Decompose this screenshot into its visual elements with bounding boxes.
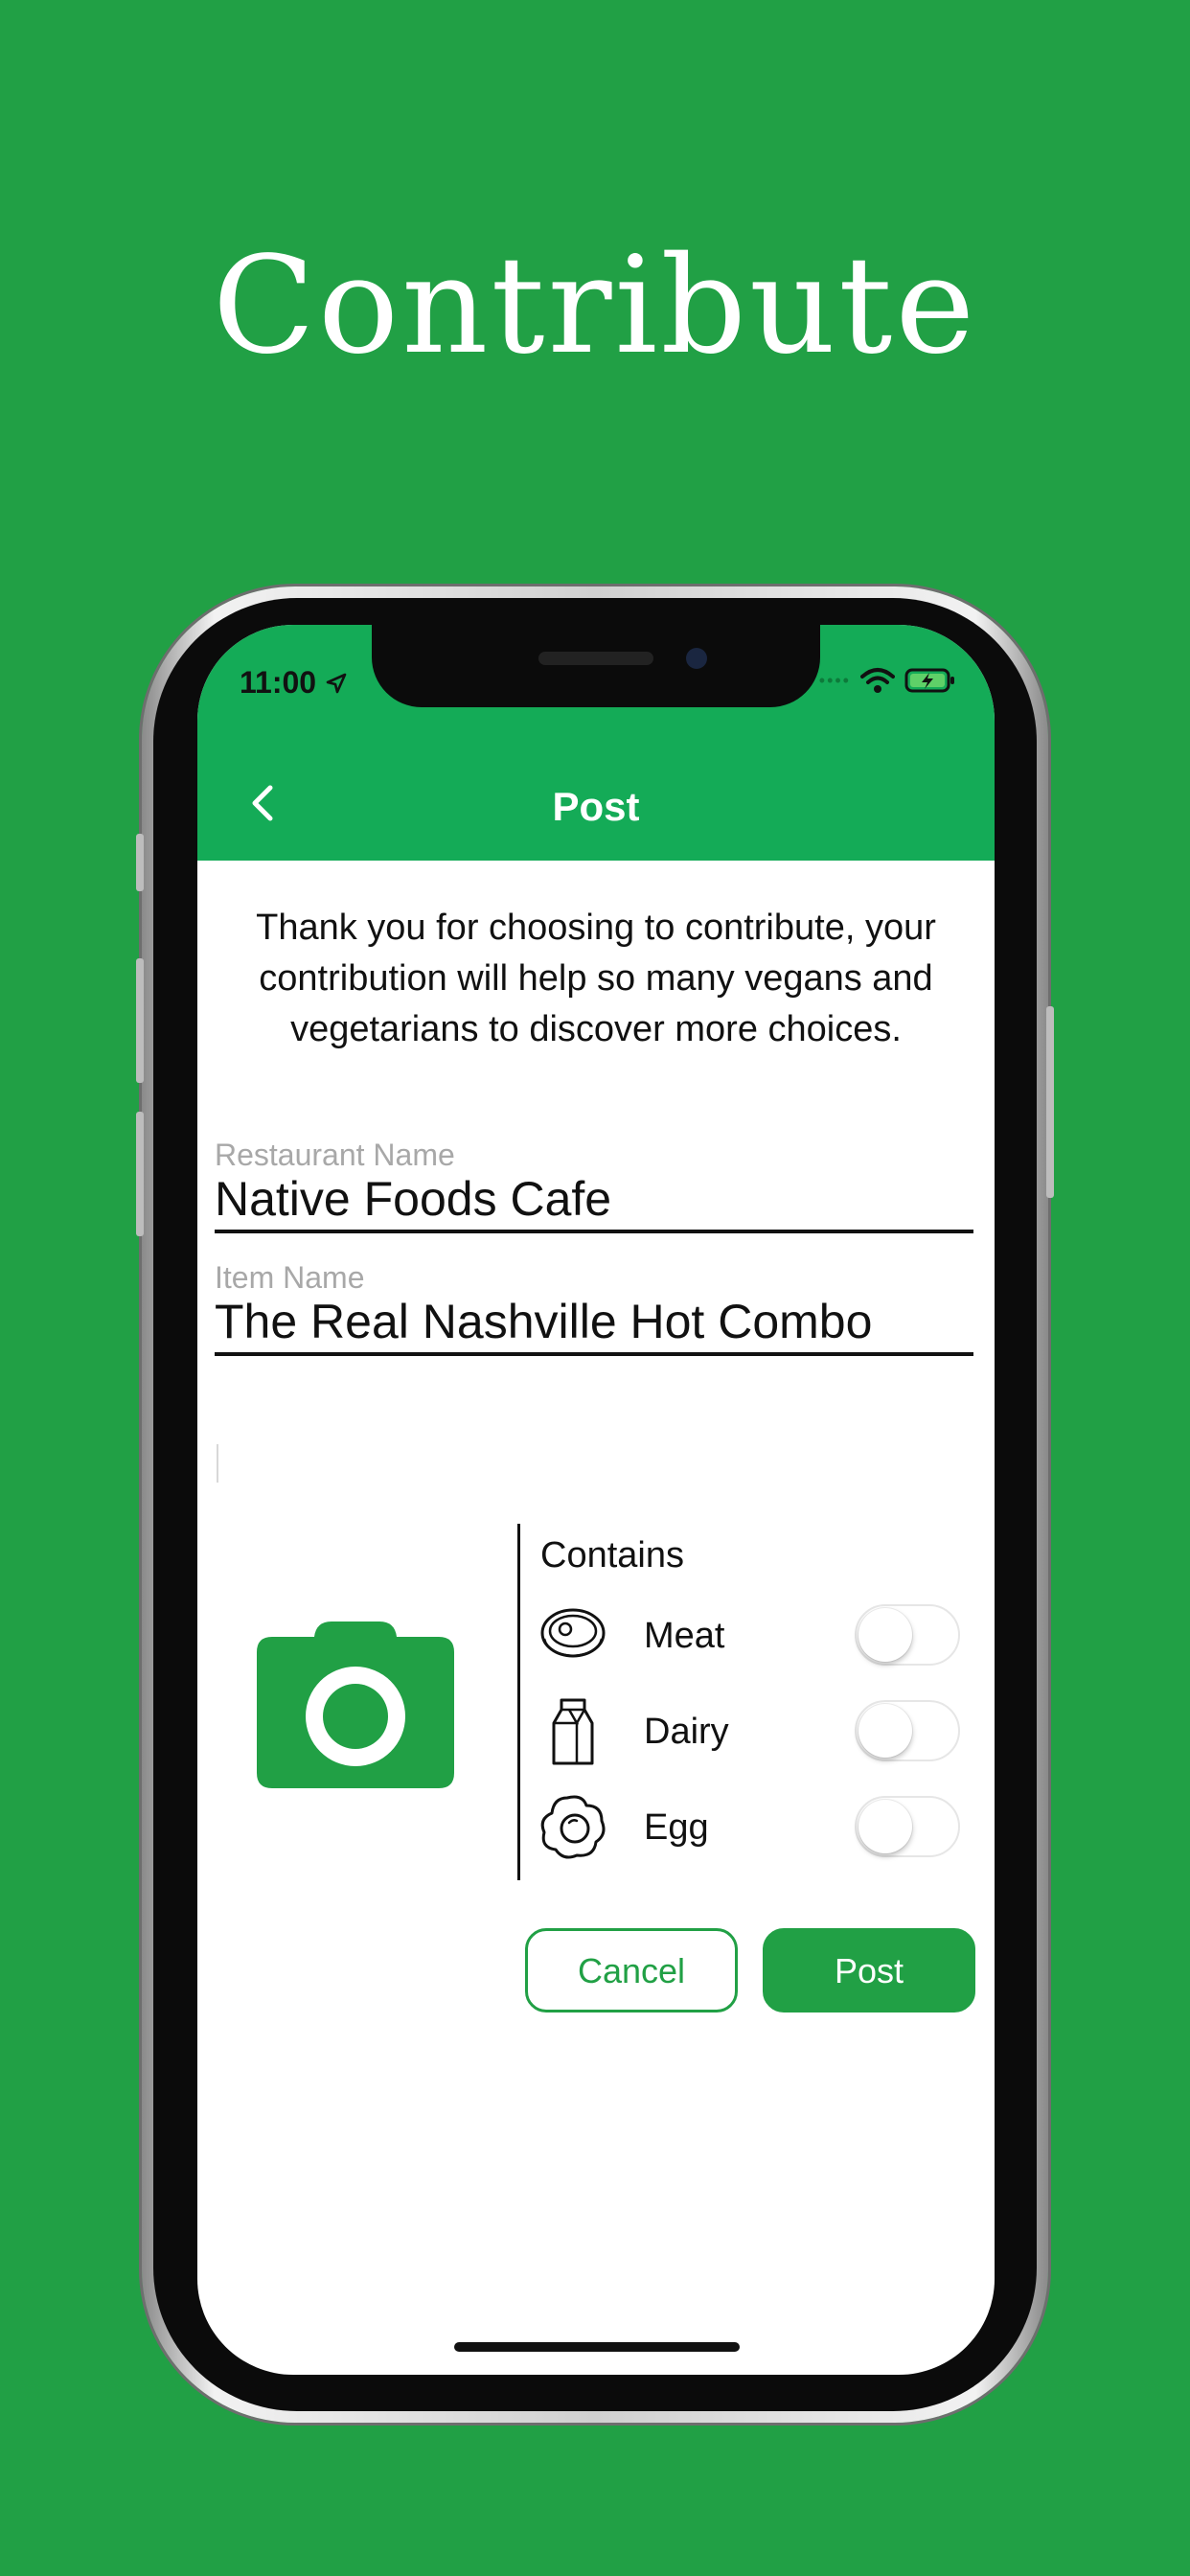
phone-screen: 11:00 •••• Post Thank you for choosing t…	[197, 625, 995, 2375]
dairy-label: Dairy	[644, 1712, 729, 1752]
contains-row-meat: Meat	[538, 1597, 960, 1673]
wifi-icon	[860, 668, 895, 693]
cancel-button[interactable]: Cancel	[525, 1928, 738, 2012]
meat-icon	[540, 1608, 606, 1658]
egg-toggle[interactable]	[855, 1796, 960, 1857]
headline: Contribute	[212, 228, 978, 384]
contains-row-egg: Egg	[538, 1788, 960, 1865]
post-button[interactable]: Post	[763, 1928, 975, 2012]
status-bar: 11:00 ••••	[197, 625, 995, 749]
egg-icon	[540, 1795, 606, 1859]
status-time: 11:00	[240, 665, 348, 701]
camera-icon	[257, 1622, 454, 1788]
text-cursor	[217, 1444, 218, 1483]
toggle-knob	[858, 1704, 912, 1758]
toggle-knob	[858, 1608, 912, 1662]
volume-up-button	[136, 958, 144, 1083]
power-button	[1046, 1006, 1054, 1198]
contains-title: Contains	[540, 1535, 684, 1576]
restaurant-name-label: Restaurant Name	[215, 1138, 455, 1172]
field-underline	[215, 1352, 973, 1356]
toggle-knob	[858, 1800, 912, 1853]
milk-carton-icon	[552, 1698, 594, 1765]
front-camera	[686, 648, 707, 669]
mute-switch	[136, 834, 144, 891]
add-photo-button[interactable]	[257, 1618, 454, 1788]
battery-charging-icon	[904, 668, 954, 693]
item-name-label: Item Name	[215, 1260, 365, 1295]
meat-label: Meat	[644, 1616, 725, 1656]
camera-notch	[372, 625, 820, 707]
signal-icon: ••••	[818, 670, 851, 690]
restaurant-name-field[interactable]: Restaurant Name Native Foods Cafe	[215, 1138, 973, 1233]
meat-toggle[interactable]	[855, 1604, 960, 1666]
location-arrow-icon	[326, 673, 347, 694]
item-name-input[interactable]: The Real Nashville Hot Combo	[215, 1295, 973, 1348]
item-name-field[interactable]: Item Name The Real Nashville Hot Combo	[215, 1260, 973, 1356]
navigation-bar: Post	[197, 749, 995, 861]
nav-title: Post	[552, 784, 640, 829]
volume-down-button	[136, 1112, 144, 1236]
field-underline	[215, 1230, 973, 1233]
dairy-toggle[interactable]	[855, 1700, 960, 1761]
home-indicator[interactable]	[454, 2342, 740, 2352]
status-icons: ••••	[819, 667, 956, 694]
egg-label: Egg	[644, 1807, 709, 1848]
vertical-divider	[517, 1524, 520, 1880]
earpiece	[538, 652, 653, 665]
intro-text: Thank you for choosing to contribute, yo…	[256, 908, 936, 1049]
contains-row-dairy: Dairy	[538, 1692, 960, 1769]
restaurant-name-input[interactable]: Native Foods Cafe	[215, 1172, 973, 1226]
